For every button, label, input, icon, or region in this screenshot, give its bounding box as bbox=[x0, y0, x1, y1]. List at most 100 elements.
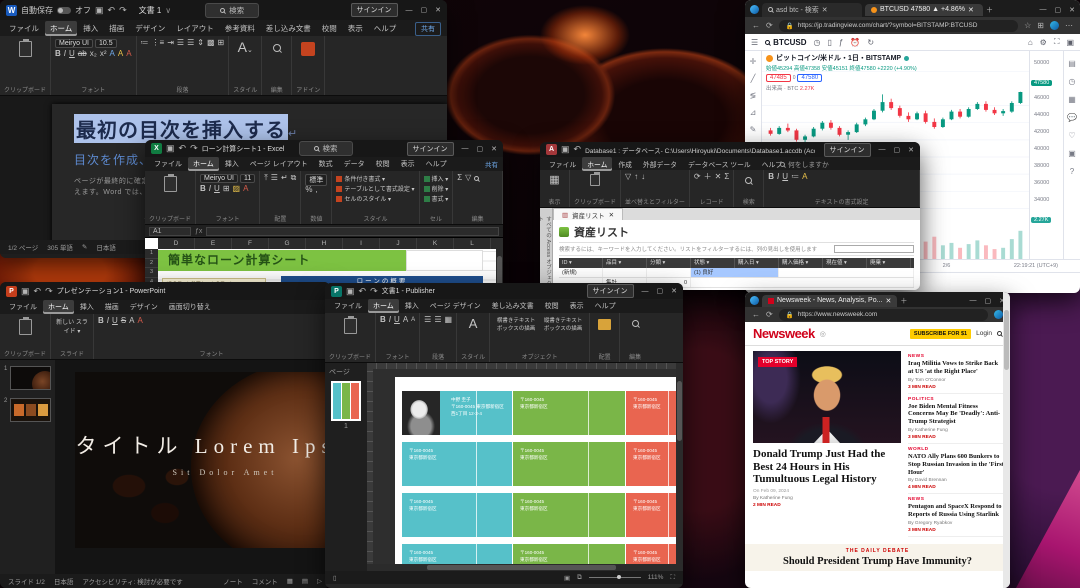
sort-asc-icon[interactable]: ↑ bbox=[634, 173, 638, 182]
font-name-select[interactable]: Meiryo UI bbox=[200, 174, 238, 183]
maximize-button[interactable]: ▢ bbox=[657, 287, 664, 295]
align-center-icon[interactable]: ☰ bbox=[434, 316, 441, 325]
address-bar[interactable]: 🔒https://jp.tradingview.com/chart/?symbo… bbox=[779, 20, 1018, 32]
calendar-icon[interactable]: ▣ bbox=[1068, 149, 1076, 158]
address-label[interactable]: 〒160-0045東京都新宿区 bbox=[513, 493, 625, 537]
ribbon-tab[interactable]: 挿入 bbox=[78, 21, 103, 36]
page-indicator[interactable]: 1/2 ページ bbox=[8, 242, 38, 252]
search-box[interactable]: 検索 bbox=[299, 141, 353, 156]
zoom-level[interactable]: 111% bbox=[648, 574, 664, 581]
single-page-view-icon[interactable]: ▣ bbox=[564, 574, 570, 582]
price-scale[interactable]: 47580 2.27K 5000046000440004200040000380… bbox=[1029, 51, 1063, 259]
font-color-icon[interactable]: A bbox=[138, 317, 143, 326]
cell-item[interactable]: 削除 ▾ bbox=[432, 187, 449, 193]
notes-button[interactable]: ノート bbox=[223, 576, 243, 586]
ribbon-tab[interactable]: 作成 bbox=[613, 157, 637, 171]
strikethrough-icon[interactable]: S bbox=[121, 317, 126, 326]
search-box[interactable]: 検索 bbox=[205, 3, 259, 18]
recipient-address-1[interactable]: 〒160-0045 東京都新宿区 bbox=[451, 404, 512, 411]
close-button[interactable]: ✕ bbox=[491, 145, 497, 153]
label-sheet-page[interactable]: 中野 圭子 〒160-0045 東京都新宿区 西1丁目 12-3-4 〒160-… bbox=[395, 377, 683, 571]
minimize-button[interactable]: — bbox=[1040, 6, 1047, 13]
column-header[interactable]: G bbox=[269, 238, 306, 249]
ribbon-tab[interactable]: ファイル bbox=[544, 157, 581, 171]
font-size-select[interactable]: 10.5 bbox=[95, 39, 117, 48]
headline-item[interactable]: NEWS Pentagon and SpaceX Respond to Repo… bbox=[908, 494, 1004, 537]
indicators-icon[interactable]: ƒ bbox=[839, 38, 843, 47]
recipient-name[interactable]: 中野 圭子 bbox=[451, 397, 512, 404]
underline-icon[interactable]: U bbox=[782, 173, 788, 182]
maximize-button[interactable]: ▢ bbox=[477, 145, 484, 153]
interval-icon[interactable]: ◷ bbox=[814, 38, 821, 47]
redo-icon[interactable]: ↷ bbox=[370, 286, 378, 297]
edge-logo-icon[interactable] bbox=[750, 5, 759, 14]
draw-vertical-textbox-button[interactable]: 縦書きテキスト ボックスの描画 bbox=[541, 316, 585, 332]
word-count[interactable]: 305 単語 bbox=[47, 242, 73, 252]
browser-tab-newsweek[interactable]: Newsweek - News, Analysis, Po...✕ bbox=[762, 295, 897, 307]
align-top-icon[interactable]: ⤒ bbox=[264, 174, 268, 183]
ribbon-tab[interactable]: 数式 bbox=[314, 157, 338, 171]
italic-icon[interactable]: I bbox=[64, 50, 66, 59]
datasheet-column-header[interactable]: 購入価格 ▾ bbox=[779, 258, 823, 268]
ribbon-tab[interactable]: ヘルプ bbox=[369, 21, 402, 36]
doc-heading-selected[interactable]: 最初の目次を挿入する bbox=[74, 114, 288, 143]
ribbon-tab[interactable]: 表示 bbox=[565, 299, 589, 313]
ribbon-tab[interactable]: ヘルプ bbox=[421, 157, 452, 171]
save-icon[interactable]: ▣ bbox=[166, 143, 175, 154]
id-cell[interactable]: (新規) bbox=[559, 268, 603, 277]
save-icon[interactable]: ▣ bbox=[95, 5, 104, 16]
language-indicator[interactable]: 日本語 bbox=[96, 242, 116, 252]
close-button[interactable]: ✕ bbox=[671, 287, 677, 295]
ribbon-tab[interactable]: ファイル bbox=[329, 299, 367, 313]
new-tab-button[interactable]: ＋ bbox=[900, 296, 907, 306]
cell-item[interactable]: 挿入 ▾ bbox=[432, 177, 449, 183]
styles-icon[interactable]: A bbox=[461, 316, 485, 331]
row-header[interactable]: 1 bbox=[145, 249, 158, 259]
ribbon-tab[interactable]: 挿入 bbox=[75, 300, 99, 314]
columns-icon[interactable]: ▦ bbox=[445, 316, 453, 325]
redo-icon[interactable]: ↷ bbox=[190, 143, 198, 154]
canvas-horizontal-scrollbar[interactable] bbox=[367, 564, 676, 571]
browser-tab-btcusd[interactable]: BTCUSD 47580 ▲ +4.86%✕ bbox=[865, 4, 983, 16]
underline-icon[interactable]: U bbox=[69, 50, 75, 59]
ribbon-tab[interactable]: 描画 bbox=[100, 300, 124, 314]
candle-style-icon[interactable]: ▯ bbox=[828, 38, 832, 47]
signin-button[interactable]: サインイン bbox=[824, 143, 871, 157]
column-header[interactable]: K bbox=[417, 238, 454, 249]
merge-center-icon[interactable]: ⧉ bbox=[291, 174, 297, 183]
datasheet-column-header[interactable]: 分類 ▾ bbox=[647, 258, 691, 268]
address-label[interactable]: 〒160-0045東京都新宿区 bbox=[626, 442, 683, 486]
address-label[interactable]: 〒160-0045東京都新宿区 bbox=[626, 391, 683, 435]
close-button[interactable]: ✕ bbox=[1069, 6, 1075, 14]
bold-icon[interactable]: B bbox=[98, 317, 104, 326]
new-tab-button[interactable]: ＋ bbox=[986, 5, 993, 15]
paste-icon[interactable] bbox=[590, 174, 600, 186]
ribbon-tab[interactable]: デザイン bbox=[125, 300, 163, 314]
fit-page-icon[interactable]: ⛶ bbox=[670, 574, 675, 582]
undo-icon[interactable]: ↶ bbox=[359, 286, 367, 297]
address-label[interactable]: 〒160-0045東京都新宿区 bbox=[626, 493, 683, 537]
ribbon-tab[interactable]: 参考資料 bbox=[220, 21, 260, 36]
slide-subtitle-text[interactable]: Sit Dolor Amet bbox=[75, 468, 330, 477]
alerts-icon[interactable]: ◷ bbox=[1069, 77, 1076, 86]
publication-canvas[interactable]: 中野 圭子 〒160-0045 東京都新宿区 西1丁目 12-3-4 〒160-… bbox=[367, 363, 683, 571]
quick-search-icon[interactable]: ⌂ bbox=[1028, 38, 1033, 47]
datasheet-column-header[interactable]: ID ▾ bbox=[559, 258, 603, 268]
arrange-icon[interactable] bbox=[598, 319, 611, 330]
column-header[interactable]: L bbox=[454, 238, 491, 249]
headline-title[interactable]: Pentagon and SpaceX Respond to Reports o… bbox=[908, 503, 1004, 519]
bullets-icon[interactable]: ≔ bbox=[791, 173, 799, 182]
column-header[interactable]: H bbox=[306, 238, 343, 249]
align-middle-icon[interactable]: ☰ bbox=[271, 174, 278, 183]
signin-button[interactable]: サインイン bbox=[407, 142, 454, 156]
row-header[interactable]: 3 bbox=[145, 268, 158, 278]
column-header[interactable]: I bbox=[343, 238, 380, 249]
settings-menu-icon[interactable]: ⋯ bbox=[1065, 21, 1073, 30]
sell-button[interactable]: 47485 bbox=[766, 74, 791, 82]
headline-item[interactable]: NEWS Iraq Militia Vows to Strike Back at… bbox=[908, 351, 1004, 394]
undo-icon[interactable]: ↶ bbox=[108, 5, 116, 16]
page-thumbnail[interactable] bbox=[331, 381, 361, 421]
redo-icon[interactable]: ↷ bbox=[45, 286, 53, 297]
ribbon-tab[interactable]: ホーム bbox=[582, 157, 612, 171]
ideas-icon[interactable]: ♡ bbox=[1068, 131, 1075, 140]
